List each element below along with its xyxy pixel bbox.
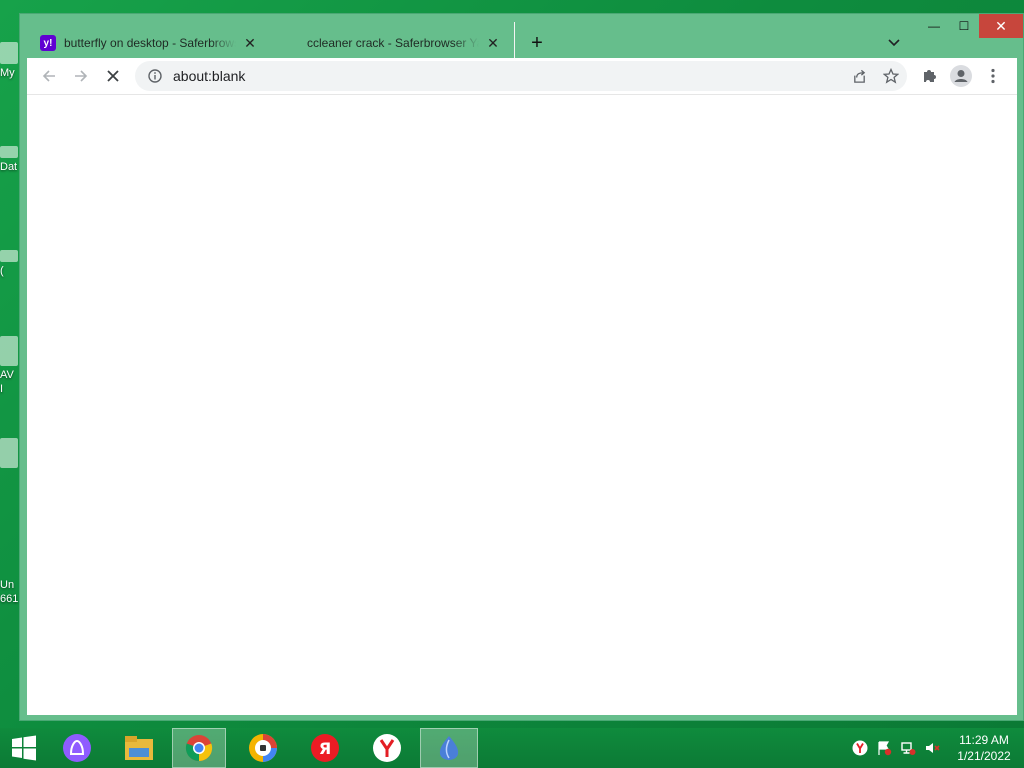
arrow-right-icon [75,70,88,82]
yandex-y-icon [373,734,401,762]
browser-shield-icon [249,734,277,762]
back-button[interactable] [35,62,63,90]
taskbar: Я 11:29 AM 1/21/2022 [0,728,1024,768]
alice-assistant-button[interactable] [50,728,104,768]
yandex-browser-button[interactable]: Я [298,728,352,768]
clock-date: 1/21/2022 [957,749,1011,763]
desktop-icon-label: Un [0,579,15,591]
start-button[interactable] [0,728,48,768]
antivirus-icon [0,336,18,366]
close-tab-icon[interactable]: ✕ [485,35,501,51]
tab-ccleaner-search[interactable]: ccleaner crack - Saferbrowser Yahoo Sear… [273,28,509,58]
active-app-button[interactable] [420,728,478,768]
desktop-icon-label: I [0,383,4,395]
address-bar-actions [843,61,907,91]
browser-window: y! butterfly on desktop - Saferbrowser Y… [19,13,1024,721]
yandex-browser-icon: Я [311,734,339,762]
more-vertical-icon [991,68,995,84]
desktop-icon-label: Dat [0,161,18,173]
loading-icon [283,35,299,51]
arrow-left-icon [42,70,55,82]
desktop-icon-label: My [0,67,15,79]
flag-icon[interactable] [872,728,896,768]
windows-logo-icon [12,735,36,761]
yandex-button[interactable] [360,728,414,768]
desktop-icon-label: 661 [0,593,19,605]
minimize-button[interactable]: — [919,14,949,38]
share-icon[interactable] [843,61,875,91]
chrome-button[interactable] [172,728,226,768]
address-bar[interactable]: about:blank [135,61,907,91]
file-explorer-icon [125,736,153,760]
browser-toolbar: about:blank [27,58,1017,94]
tab-strip: y! butterfly on desktop - Saferbrowser Y… [20,14,1023,62]
folder-icon [0,146,18,158]
tab-divider [514,22,515,62]
chrome-icon [185,735,213,762]
extensions-button[interactable] [915,62,943,90]
computer-icon [0,42,18,64]
desktop-icon-label: ( [0,265,4,277]
tab-title: ccleaner crack - Saferbrowser Yahoo Sear… [307,36,479,50]
tab-search-button[interactable] [882,31,906,55]
yandex-tray-icon[interactable] [848,728,872,768]
close-tab-icon[interactable]: ✕ [242,35,258,51]
window-controls: — ☐ ✕ [919,14,1023,38]
shortcut-icon [0,438,18,468]
network-icon[interactable] [896,728,920,768]
system-tray: 11:29 AM 1/21/2022 [848,728,1024,768]
stop-loading-button[interactable] [99,62,127,90]
info-icon[interactable] [147,68,163,84]
close-window-button[interactable]: ✕ [979,14,1023,38]
alice-assistant-icon [63,734,91,762]
tab-title: butterfly on desktop - Saferbrowser Yaho… [64,36,236,50]
taskbar-clock[interactable]: 11:29 AM 1/21/2022 [944,732,1024,764]
tab-butterfly-search[interactable]: y! butterfly on desktop - Saferbrowser Y… [30,28,266,58]
desktop-icon-label: AV [0,369,14,381]
new-tab-button[interactable]: + [525,31,549,55]
chevron-down-icon [888,39,900,47]
profile-button[interactable] [947,62,975,90]
avatar-icon [950,65,972,87]
url-text: about:blank [173,68,246,84]
yahoo-icon: y! [40,35,56,51]
app-window-icon [439,736,459,760]
file-explorer-button[interactable] [112,728,166,768]
volume-muted-icon[interactable] [920,728,944,768]
puzzle-icon [924,70,936,82]
maximize-button[interactable]: ☐ [949,14,979,38]
page-content[interactable] [27,94,1017,715]
svg-text:Я: Я [319,739,331,758]
close-icon [107,70,119,82]
menu-button[interactable] [979,62,1007,90]
bookmark-star-icon[interactable] [875,61,907,91]
clock-time: 11:29 AM [959,733,1009,747]
app-icon [0,250,18,262]
forward-button[interactable] [67,62,95,90]
secure-browser-button[interactable] [236,728,290,768]
